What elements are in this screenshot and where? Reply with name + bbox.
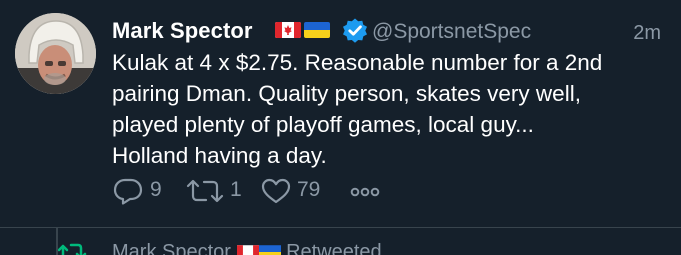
more-options-button[interactable] (348, 174, 382, 208)
avatar[interactable] (15, 13, 96, 94)
ukraine-flag-icon (258, 241, 281, 255)
timestamp[interactable]: 2m (633, 22, 661, 45)
tweet-header: Mark Spector @SportsnetSpec 2m (112, 12, 661, 46)
retweeted-by-line: Mark Spector Retweeted (112, 241, 382, 255)
profile-photo (15, 13, 96, 94)
canada-flag-icon (236, 241, 259, 255)
more-dots-icon (350, 187, 380, 197)
author-handle[interactable]: @SportsnetSpec (372, 20, 531, 44)
like-count: 79 (297, 178, 321, 201)
reply-count: 9 (150, 178, 162, 201)
retweeted-label: Retweeted (286, 241, 382, 255)
tweet-text: Kulak at 4 x $2.75. Reasonable number fo… (112, 50, 603, 168)
retweet-icon (186, 179, 224, 203)
retweet-icon (57, 243, 87, 255)
tweet-actions: 9 1 79 (112, 174, 412, 208)
ukraine-flag-icon (304, 22, 330, 38)
tweet[interactable]: Mark Spector @SportsnetSpec 2m Kulak at … (0, 0, 681, 228)
verified-badge-icon (341, 17, 369, 45)
retweet-count: 1 (230, 178, 242, 201)
thread-line (56, 228, 58, 255)
canada-flag-icon (275, 22, 301, 38)
reply-icon (113, 178, 143, 205)
retweeter-name[interactable]: Mark Spector (112, 241, 231, 255)
next-tweet-context[interactable]: Mark Spector Retweeted (0, 228, 681, 255)
author-name[interactable]: Mark Spector (112, 18, 253, 44)
heart-icon (261, 178, 291, 204)
